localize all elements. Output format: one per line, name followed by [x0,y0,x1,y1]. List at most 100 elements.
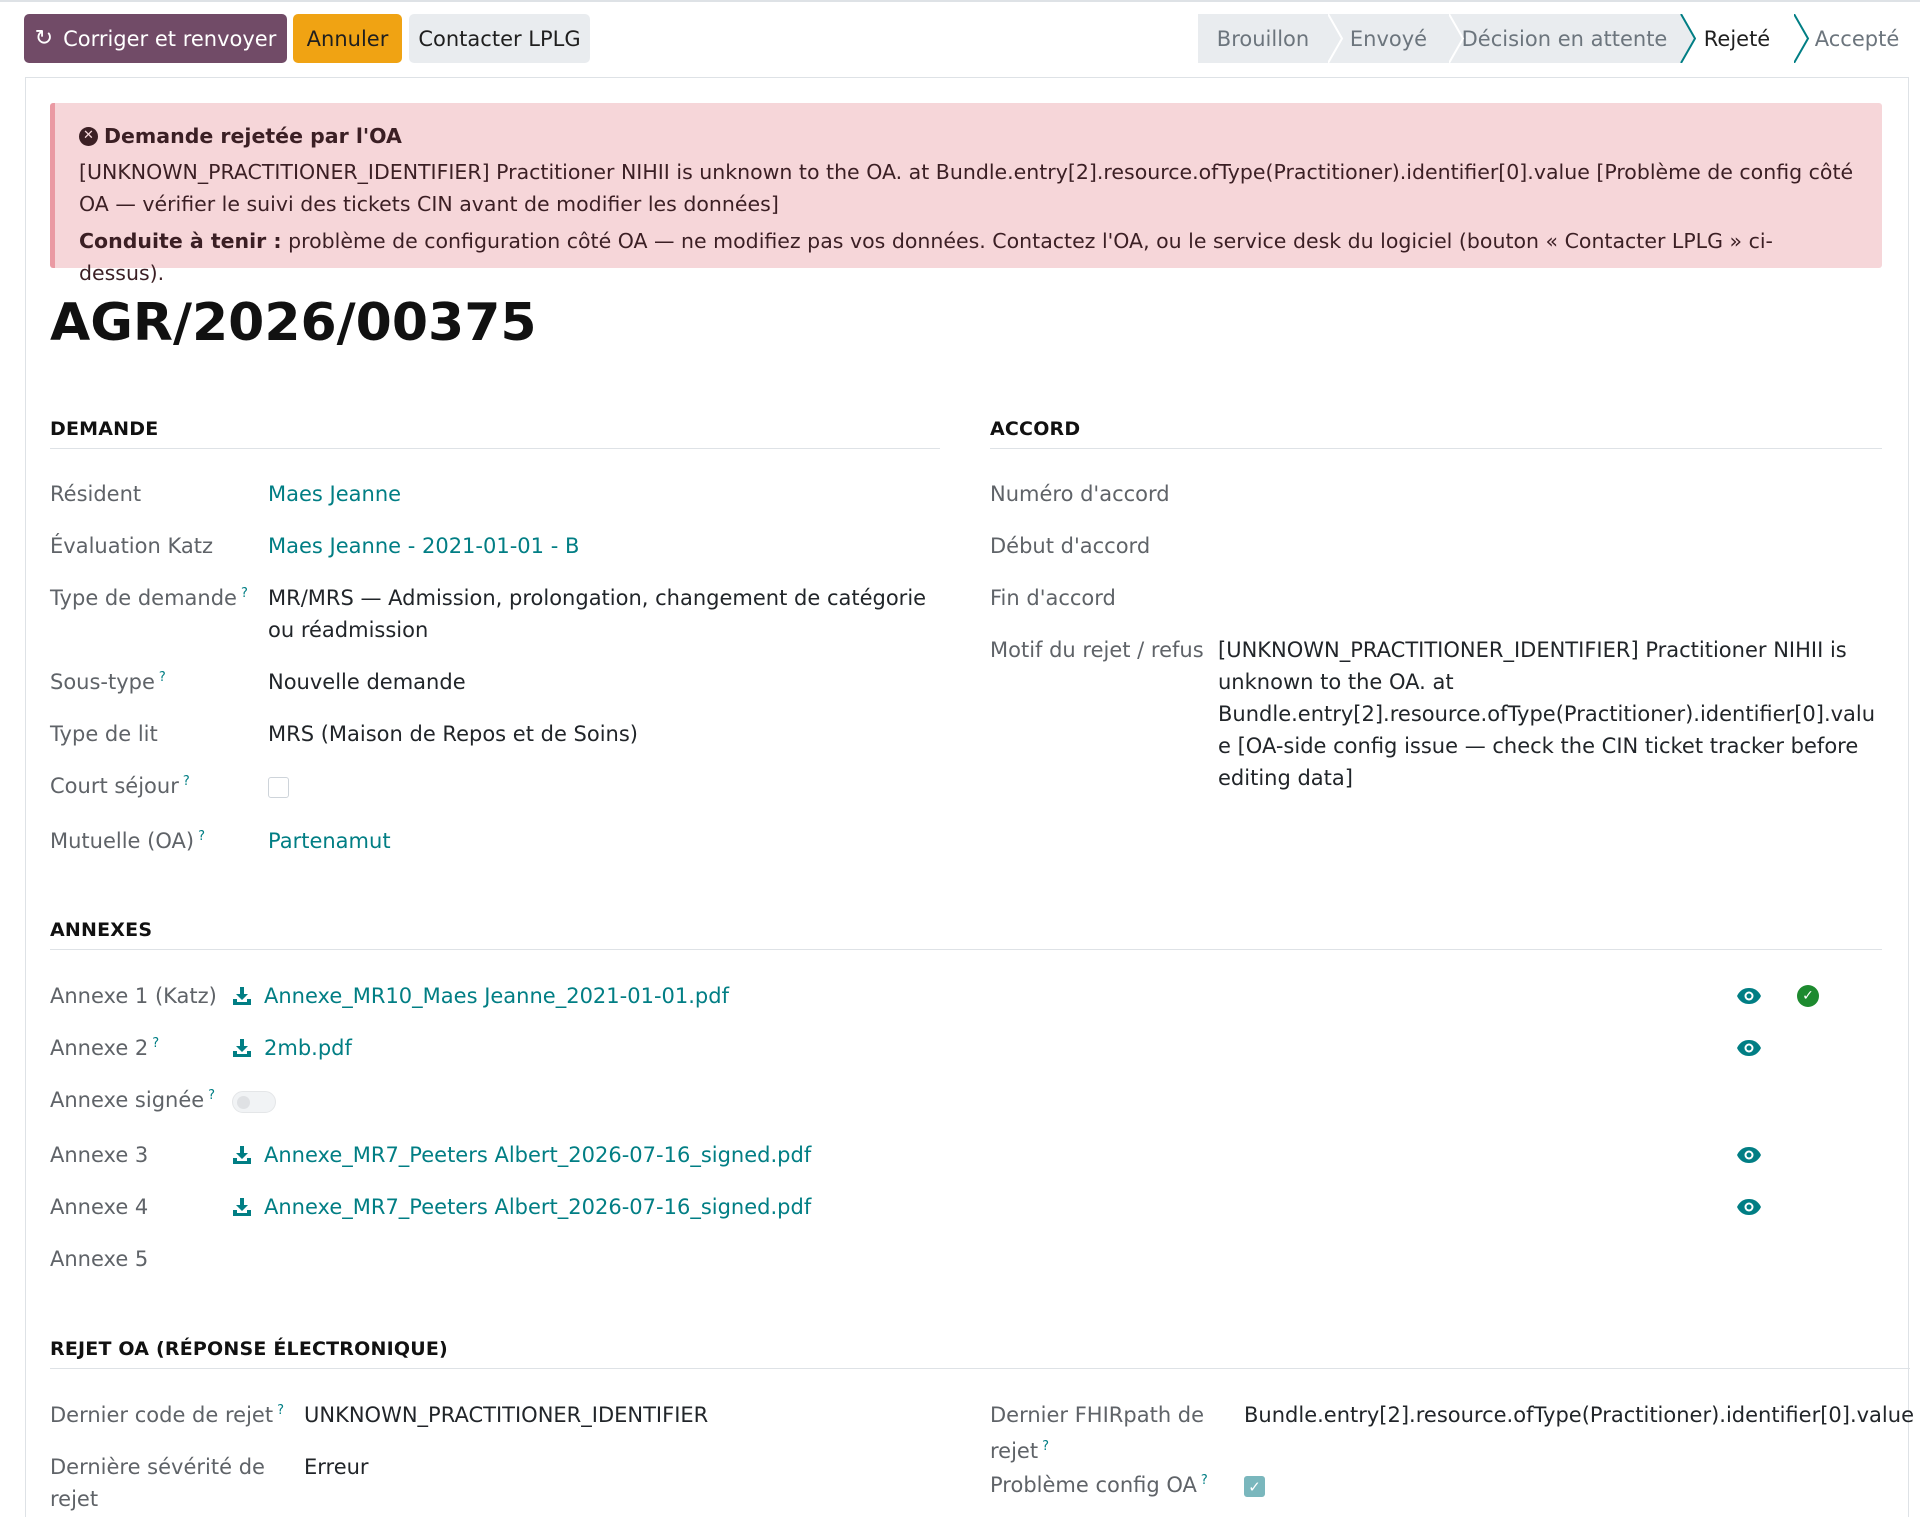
rejection-alert: ✕ Demande rejetée par l'OA [UNKNOWN_PRAC… [50,103,1882,285]
annex1-label: Annexe 1 (Katz) [50,984,217,1008]
rejection-code-label-text: Dernier code de rejet [50,1403,274,1427]
annex3-filename[interactable]: Annexe_MR7_Peeters Albert_2026-07-16_sig… [264,1143,811,1167]
oa-config-issue-label: Problème config OA? [990,1473,1208,1497]
annex5-label: Annexe 5 [50,1247,149,1271]
rejection-fhirpath-field[interactable]: Bundle.entry[2].resource.ofType(Practiti… [1244,1399,1914,1431]
help-icon[interactable]: ? [198,829,205,844]
annex-signed-toggle[interactable] [232,1091,276,1113]
annex1-file[interactable]: Annexe_MR10_Maes Jeanne_2021-01-01.pdf [232,984,729,1008]
alert-title: ✕ Demande rejetée par l'OA [79,120,1858,152]
help-icon[interactable]: ? [277,1403,284,1418]
rejection-code-field[interactable]: UNKNOWN_PRACTITIONER_IDENTIFIER [304,1399,708,1431]
type-label-text: Type de demande [50,586,237,610]
type-field[interactable]: MR/MRS — Admission, prolongation, change… [268,582,928,646]
download-icon[interactable] [232,1197,252,1217]
subtype-label-text: Sous-type [50,670,155,694]
agreement-end-label: Fin d'accord [990,586,1116,610]
help-icon[interactable]: ? [152,1036,159,1051]
annex-signed-label: Annexe signée? [50,1088,215,1112]
check-circle-icon: ✓ [1797,985,1819,1007]
katz-label: Évaluation Katz [50,534,214,558]
contact-lplg-button[interactable]: Contacter LPLG [409,14,590,63]
mutual-label: Mutuelle (OA)? [50,829,205,853]
bed-type-field[interactable]: MRS (Maison de Repos et de Soins) [268,718,638,750]
annex2-label-text: Annexe 2 [50,1036,149,1060]
download-icon[interactable] [232,1038,252,1058]
oa-config-issue-label-text: Problème config OA [990,1473,1197,1497]
short-stay-checkbox[interactable] [268,777,289,798]
status-separator [1794,14,1810,63]
rejection-fhirpath-label-text: Dernier FHIRpath de rejet [990,1403,1205,1463]
bed-type-label: Type de lit [50,722,158,746]
mutual-label-text: Mutuelle (OA) [50,829,195,853]
rejection-severity-field[interactable]: Erreur [304,1451,369,1483]
fix-and-resend-button[interactable]: ↻ Corriger et renvoyer [24,14,287,63]
subtype-label: Sous-type? [50,670,166,694]
rejection-reason-field[interactable]: [UNKNOWN_PRACTITIONER_IDENTIFIER] Practi… [1218,634,1880,794]
annex3-file[interactable]: Annexe_MR7_Peeters Albert_2026-07-16_sig… [232,1143,811,1167]
alert-conduct: Conduite à tenir : problème de configura… [79,225,1858,289]
alert-conduct-text: problème de configuration côté OA — ne m… [79,229,1773,285]
resident-field[interactable]: Maes Jeanne [268,478,401,510]
section-demande-heading: DEMANDE [50,418,940,449]
help-icon[interactable]: ? [241,586,248,601]
rejection-fhirpath-label: Dernier FHIRpath de rejet? [990,1399,1220,1467]
alert-message: [UNKNOWN_PRACTITIONER_IDENTIFIER] Practi… [79,160,1854,216]
agreement-number-label: Numéro d'accord [990,482,1170,506]
form-sheet: ✕ Demande rejetée par l'OA [UNKNOWN_PRAC… [25,77,1914,1517]
annex-signed-label-text: Annexe signée [50,1088,205,1112]
help-icon[interactable]: ? [159,670,166,685]
rejection-reason-label: Motif du rejet / refus [990,638,1204,662]
eye-icon[interactable] [1736,987,1762,1005]
annex4-file[interactable]: Annexe_MR7_Peeters Albert_2026-07-16_sig… [232,1195,811,1219]
download-icon[interactable] [232,986,252,1006]
annex2-label: Annexe 2? [50,1036,159,1060]
resident-label: Résident [50,482,142,506]
times-circle-icon: ✕ [79,126,98,146]
help-icon[interactable]: ? [1201,1473,1208,1488]
status-draft[interactable]: Brouillon [1198,14,1328,63]
mutual-field[interactable]: Partenamut [268,825,391,857]
status-separator [1449,14,1465,63]
record-title: AGR/2026/00375 [50,293,537,353]
fix-and-resend-label: Corriger et renvoyer [63,26,277,51]
katz-field[interactable]: Maes Jeanne - 2021-01-01 - B [268,530,579,562]
subtype-field[interactable]: Nouvelle demande [268,666,466,698]
agreement-start-label: Début d'accord [990,534,1151,558]
status-sent[interactable]: Envoyé [1328,14,1449,63]
section-annexes-heading: ANNEXES [50,919,1882,950]
annex3-label: Annexe 3 [50,1143,149,1167]
status-accepted[interactable]: Accepté [1794,14,1920,63]
alert-title-text: Demande rejetée par l'OA [104,124,402,148]
eye-icon[interactable] [1736,1146,1762,1164]
annex2-filename[interactable]: 2mb.pdf [264,1036,352,1060]
cancel-button[interactable]: Annuler [293,14,402,63]
annex2-file[interactable]: 2mb.pdf [232,1036,352,1060]
short-stay-label-text: Court séjour [50,774,179,798]
status-pending[interactable]: Décision en attente [1449,14,1680,63]
control-panel: ↻ Corriger et renvoyer Annuler Contacter… [24,14,1920,64]
help-icon[interactable]: ? [183,774,190,789]
eye-icon[interactable] [1736,1039,1762,1057]
oa-config-issue-checkbox[interactable]: ✓ [1244,1476,1265,1497]
help-icon[interactable]: ? [1042,1439,1049,1454]
rejection-severity-label: Dernière sévérité de rejet [50,1455,265,1511]
help-icon[interactable]: ? [208,1088,215,1103]
refresh-icon: ↻ [34,26,54,51]
status-separator [1680,14,1696,63]
download-icon[interactable] [232,1145,252,1165]
rejection-code-label: Dernier code de rejet? [50,1403,284,1427]
status-rejected[interactable]: Rejeté [1680,14,1794,63]
short-stay-label: Court séjour? [50,774,190,798]
status-bar: Brouillon Envoyé Décision en attente Rej… [1198,14,1920,63]
section-rejection-heading: REJET OA (RÉPONSE ÉLECTRONIQUE) [50,1338,1910,1369]
annex1-filename[interactable]: Annexe_MR10_Maes Jeanne_2021-01-01.pdf [264,984,729,1008]
alert-conduct-label: Conduite à tenir : [79,229,282,253]
annex4-label: Annexe 4 [50,1195,149,1219]
section-accord-heading: ACCORD [990,418,1882,449]
status-separator [1328,14,1344,63]
annex4-filename[interactable]: Annexe_MR7_Peeters Albert_2026-07-16_sig… [264,1195,811,1219]
eye-icon[interactable] [1736,1198,1762,1216]
type-label: Type de demande? [50,586,248,610]
top-border [0,0,1920,2]
